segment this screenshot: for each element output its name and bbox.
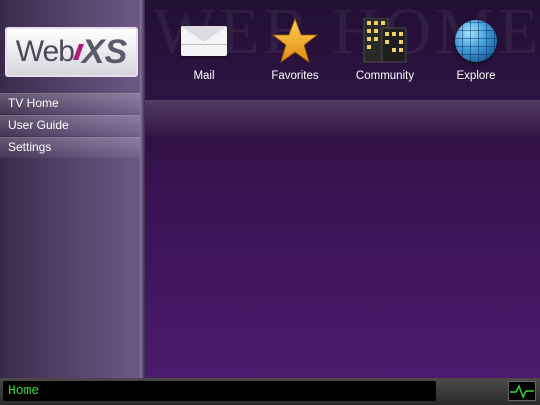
app-mail[interactable]: Mail — [164, 18, 244, 82]
logo-accent-text: XS — [81, 32, 128, 71]
sidebar-item-user-guide[interactable]: User Guide — [0, 115, 141, 136]
globe-icon — [453, 18, 499, 64]
app-community[interactable]: Community — [345, 17, 425, 82]
app-community-label: Community — [355, 70, 415, 82]
star-icon — [271, 17, 319, 64]
activity-icon — [508, 381, 536, 401]
sidebar-item-tv-home[interactable]: TV Home — [0, 93, 141, 114]
status-text: Home — [3, 381, 436, 401]
app-favorites-label: Favorites — [271, 70, 319, 82]
app-favorites[interactable]: Favorites — [255, 17, 335, 82]
status-bar: Home — [0, 378, 540, 405]
content-glow — [145, 100, 540, 136]
sidebar-item-settings[interactable]: Settings — [0, 137, 141, 158]
sidebar-nav: TV Home User Guide Settings — [0, 93, 141, 159]
app-mail-label: Mail — [193, 70, 215, 82]
sidebar: Web XS TV Home User Guide Settings — [0, 0, 143, 378]
webxs-logo[interactable]: Web XS — [5, 27, 138, 77]
app-explore-label: Explore — [456, 70, 496, 82]
app-explore[interactable]: Explore — [436, 18, 516, 82]
logo-text: Web — [15, 35, 75, 68]
main-area: WEB HOME Mail Favorites Community Explor… — [145, 0, 540, 378]
envelope-icon — [181, 18, 227, 64]
buildings-icon — [362, 17, 408, 64]
